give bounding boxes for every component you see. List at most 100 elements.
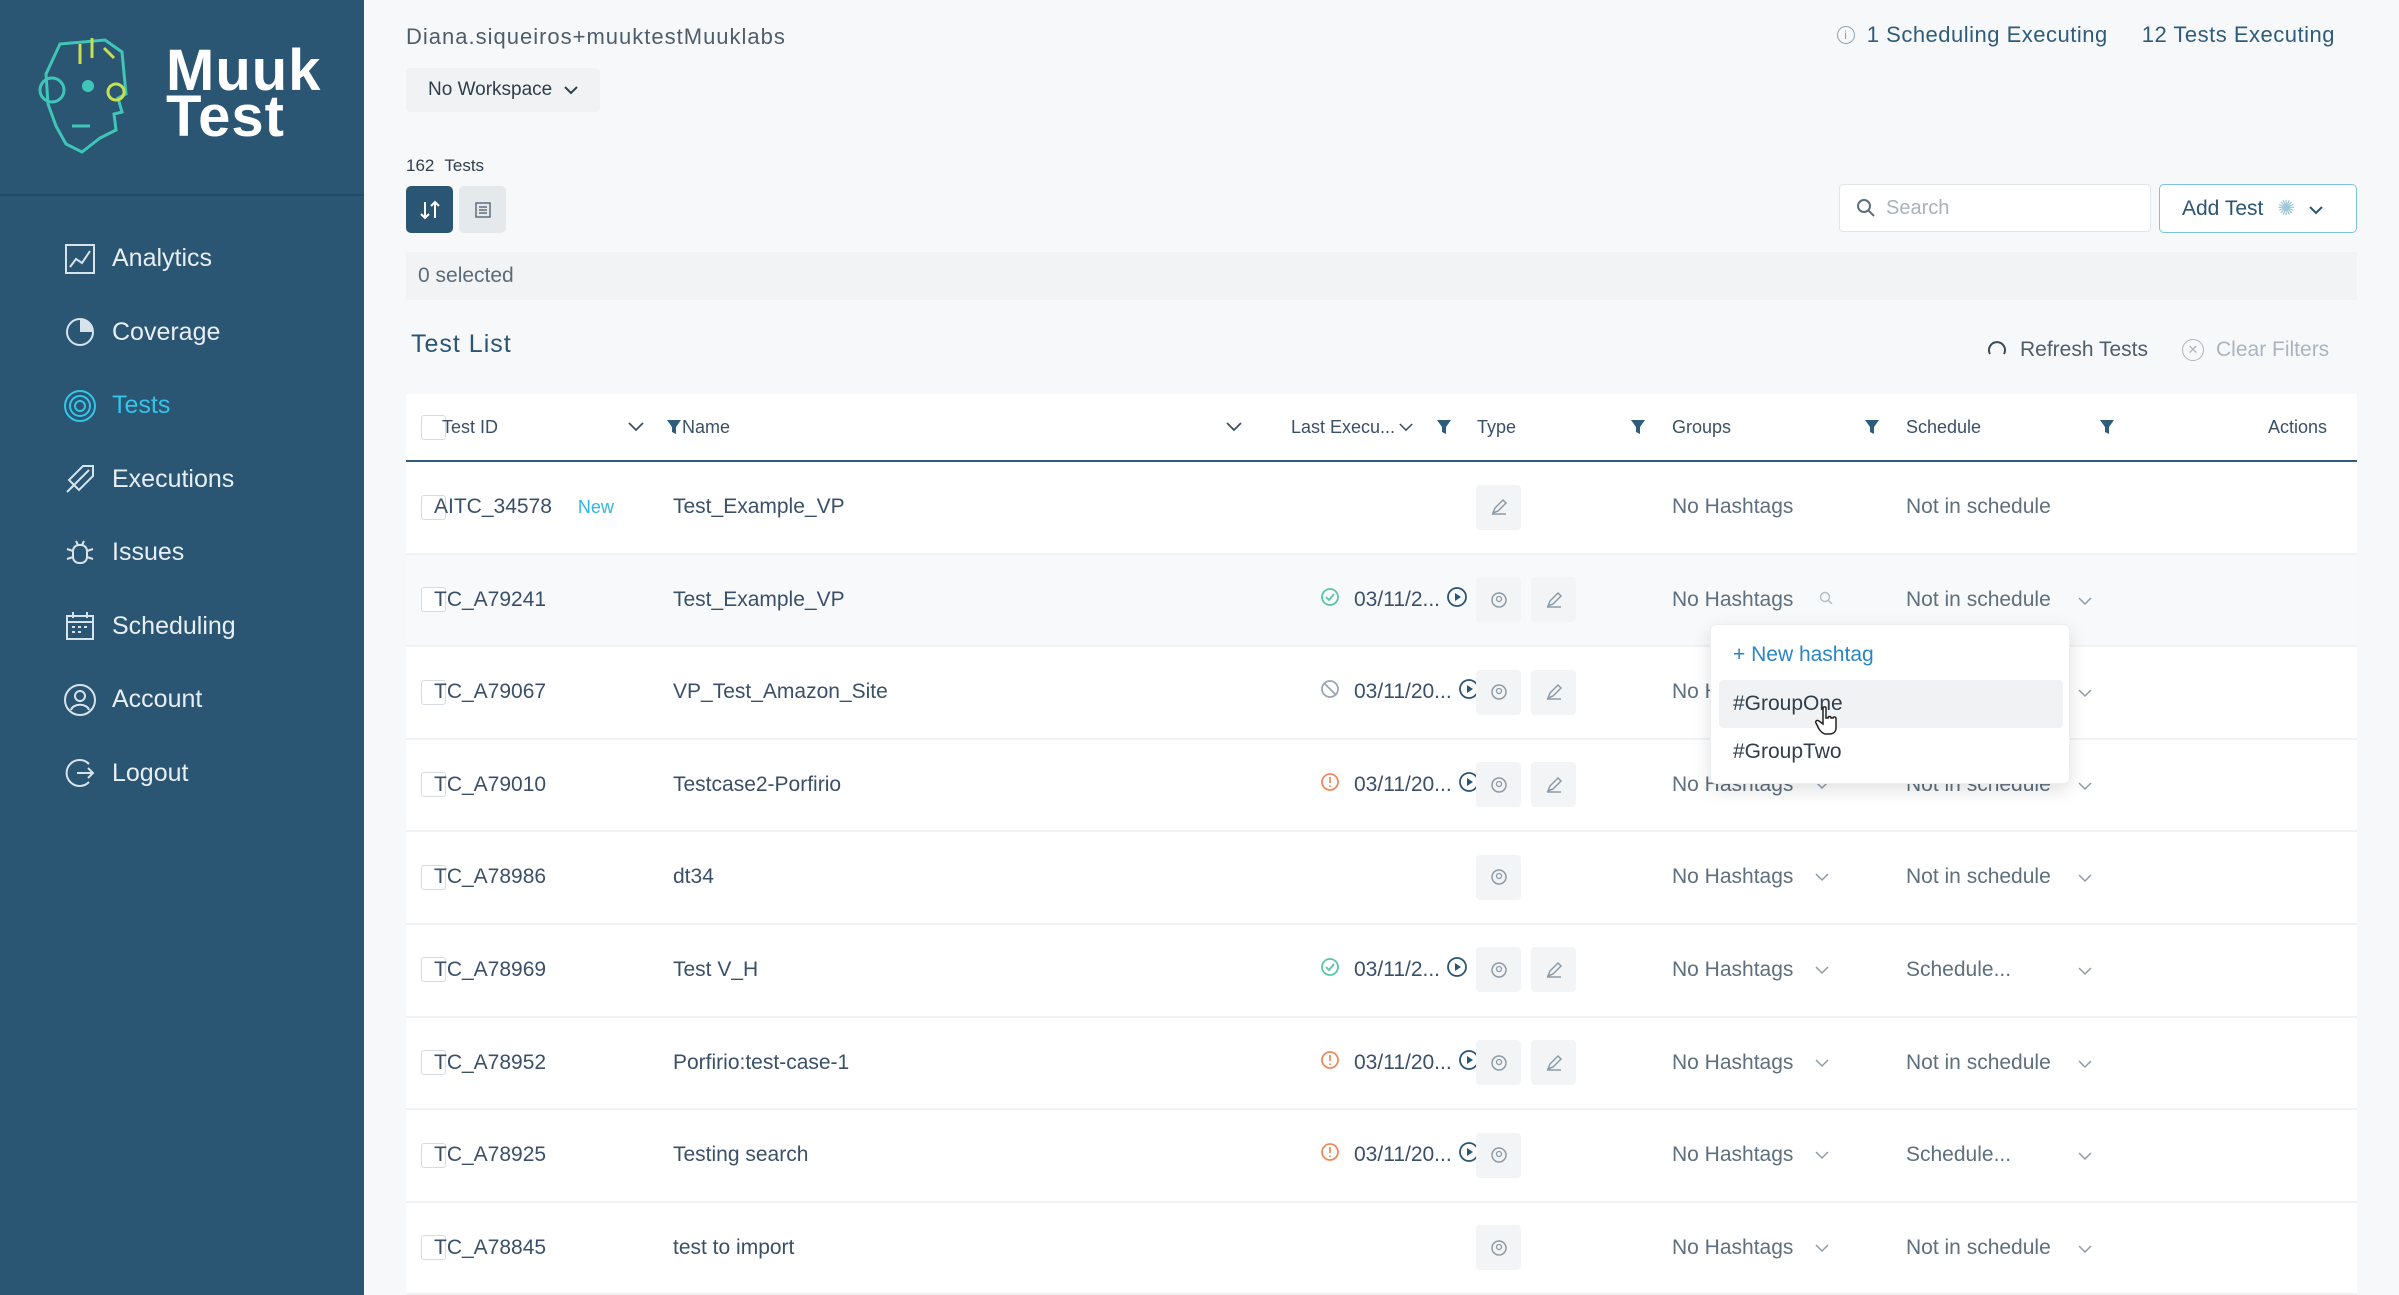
execution-date[interactable]: 03/11/2...	[1354, 958, 1440, 982]
groups-select[interactable]: No Hashtags	[1672, 1051, 1793, 1075]
test-id[interactable]: AITC_34578	[434, 495, 552, 519]
column-schedule[interactable]: Schedule	[1906, 394, 1981, 460]
workspace-select[interactable]: No Workspace	[406, 68, 601, 112]
groups-select[interactable]: No Hashtags	[1672, 1236, 1793, 1260]
test-id[interactable]: TC_A78952	[434, 1051, 546, 1075]
clear-filters-button[interactable]: ✕ Clear Filters	[2182, 338, 2329, 362]
test-id[interactable]: TC_A78925	[434, 1143, 546, 1167]
test-id[interactable]: TC_A79010	[434, 773, 546, 797]
schedule-select[interactable]: Schedule...	[1906, 958, 2066, 982]
hashtag-option[interactable]: #GroupOne	[1719, 680, 2063, 728]
table-row[interactable]: TC_A78952 Porfirio:test-case-1 03/11/20...…	[406, 1017, 2357, 1111]
test-id[interactable]: TC_A78969	[434, 958, 546, 982]
edit-icon[interactable]	[1476, 484, 1521, 530]
recorder-icon[interactable]	[1476, 854, 1521, 900]
sidebar-item-scheduling[interactable]: Scheduling	[0, 590, 364, 664]
test-name-cell: Test V_H	[673, 925, 758, 1015]
groups-select[interactable]: No Hashtags	[1672, 865, 1793, 889]
chevron-down-icon[interactable]	[628, 394, 644, 460]
test-name[interactable]: Test_Example_VP	[673, 495, 845, 519]
column-type[interactable]: Type	[1477, 394, 1516, 460]
execution-date[interactable]: 03/11/20...	[1354, 1143, 1452, 1167]
schedule-select[interactable]: Not in schedule	[1906, 865, 2066, 889]
column-test-id[interactable]: Test ID	[442, 394, 562, 460]
recorder-icon[interactable]	[1476, 1040, 1521, 1086]
sidebar-item-executions[interactable]: Executions	[0, 443, 364, 517]
play-icon[interactable]	[1446, 956, 1468, 984]
chevron-down-icon	[2078, 958, 2092, 982]
table-row[interactable]: TC_A78925 Testing search 03/11/20... No Has…	[406, 1110, 2357, 1203]
sidebar-item-logout[interactable]: Logout	[0, 737, 364, 811]
column-last-execution[interactable]: Last Execu...	[1291, 394, 1413, 460]
recorder-icon[interactable]	[1476, 1225, 1521, 1271]
test-name[interactable]: Porfirio:test-case-1	[673, 1051, 849, 1075]
tests-status[interactable]: 12 Tests Executing	[2142, 22, 2335, 48]
execution-date[interactable]: 03/11/20...	[1354, 773, 1452, 797]
table-row[interactable]: AITC_34578 New Test_Example_VP No Hashtags N…	[406, 462, 2357, 555]
filter-icon[interactable]	[666, 394, 682, 460]
test-name[interactable]: test to import	[673, 1236, 794, 1260]
edit-icon[interactable]	[1531, 947, 1576, 993]
sidebar-item-analytics[interactable]: Analytics	[0, 222, 364, 296]
refresh-tests-button[interactable]: Refresh Tests	[1986, 338, 2148, 362]
test-id[interactable]: TC_A79241	[434, 588, 546, 612]
sidebar-item-account[interactable]: Account	[0, 663, 364, 737]
list-view-button[interactable]	[459, 186, 506, 233]
recorder-icon[interactable]	[1476, 669, 1521, 715]
sidebar-item-tests[interactable]: Tests	[0, 369, 364, 443]
execution-date[interactable]: 03/11/20...	[1354, 680, 1452, 704]
test-id[interactable]: TC_A78986	[434, 865, 546, 889]
card-view-button[interactable]	[406, 186, 453, 233]
test-id[interactable]: TC_A79067	[434, 680, 546, 704]
test-name[interactable]: Test_Example_VP	[673, 588, 845, 612]
execution-date[interactable]: 03/11/20...	[1354, 1051, 1452, 1075]
column-name[interactable]: Name	[682, 394, 730, 460]
test-name[interactable]: dt34	[673, 865, 714, 889]
test-name[interactable]: Testcase2-Porfirio	[673, 773, 841, 797]
filter-icon[interactable]	[2099, 394, 2115, 460]
groups-select[interactable]: No Hashtags	[1672, 588, 1793, 612]
add-test-button[interactable]: Add Test ✺	[2159, 184, 2357, 233]
groups-select[interactable]: No Hashtags	[1672, 495, 1793, 519]
execution-status: i 1 Scheduling Executing 12 Tests Execut…	[1836, 22, 2335, 48]
recorder-icon[interactable]	[1476, 1132, 1521, 1178]
filter-icon[interactable]	[1630, 394, 1646, 460]
schedule-select[interactable]: Not in schedule	[1906, 1051, 2066, 1075]
type-cell	[1476, 1018, 1576, 1108]
edit-icon[interactable]	[1531, 762, 1576, 808]
filter-icon[interactable]	[1864, 394, 1880, 460]
new-hashtag-option[interactable]: + New hashtag	[1719, 631, 2063, 679]
test-name[interactable]: Test V_H	[673, 958, 758, 982]
table-row[interactable]: TC_A78845 test to import No Hashtags Not in…	[406, 1202, 2357, 1295]
logo[interactable]: Muuk Test	[0, 0, 364, 196]
edit-icon[interactable]	[1531, 669, 1576, 715]
execution-date[interactable]: 03/11/2...	[1354, 588, 1440, 612]
test-name[interactable]: VP_Test_Amazon_Site	[673, 680, 888, 704]
recorder-icon[interactable]	[1476, 762, 1521, 808]
schedule-select[interactable]: Schedule...	[1906, 1143, 2066, 1167]
play-icon[interactable]	[1446, 586, 1468, 614]
groups-select[interactable]: No Hashtags	[1672, 1143, 1793, 1167]
chevron-down-icon[interactable]	[1226, 394, 1242, 460]
table-row[interactable]: TC_A78986 dt34 No Hashtags Not in schedule	[406, 832, 2357, 925]
test-id[interactable]: TC_A78845	[434, 1236, 546, 1260]
schedule-select[interactable]: Not in schedule	[1906, 1236, 2066, 1260]
edit-icon[interactable]	[1531, 577, 1576, 623]
table-row[interactable]: TC_A78969 Test V_H 03/11/2... No Hashtags Sc…	[406, 924, 2357, 1018]
edit-icon[interactable]	[1531, 1040, 1576, 1086]
chevron-down-icon	[2078, 1051, 2092, 1075]
sidebar-item-coverage[interactable]: Coverage	[0, 296, 364, 370]
search-input[interactable]	[1886, 196, 2136, 220]
test-list-title: Test List	[411, 330, 512, 358]
schedule-select[interactable]: Not in schedule	[1906, 588, 2066, 612]
recorder-icon[interactable]	[1476, 947, 1521, 993]
recorder-icon[interactable]	[1476, 577, 1521, 623]
schedule-select[interactable]: Not in schedule	[1906, 495, 2066, 519]
test-name[interactable]: Testing search	[673, 1143, 808, 1167]
filter-icon[interactable]	[1436, 394, 1452, 460]
hashtag-option[interactable]: #GroupTwo	[1719, 728, 2063, 776]
column-groups[interactable]: Groups	[1672, 394, 1731, 460]
scheduling-status[interactable]: 1 Scheduling Executing	[1867, 22, 2108, 48]
groups-select[interactable]: No Hashtags	[1672, 958, 1793, 982]
sidebar-item-issues[interactable]: Issues	[0, 516, 364, 590]
